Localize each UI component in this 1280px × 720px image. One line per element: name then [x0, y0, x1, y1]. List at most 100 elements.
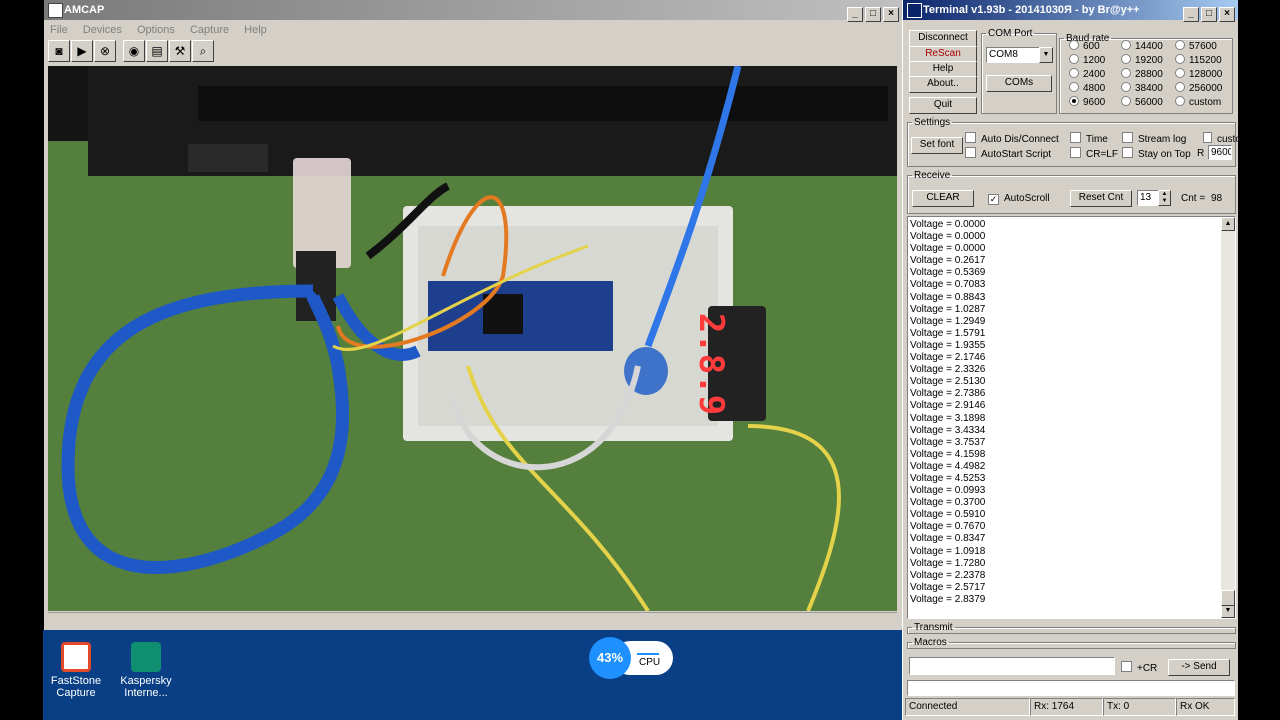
receive-log-lines: Voltage = 0.0000 Voltage = 0.0000 Voltage …	[910, 219, 985, 606]
baud-radio-19200[interactable]: 19200	[1121, 54, 1163, 66]
baud-radio-128000[interactable]: 128000	[1175, 68, 1222, 80]
reset-cnt-button[interactable]: Reset Cnt	[1070, 190, 1132, 207]
log-line: Voltage = 0.7083	[910, 279, 986, 291]
play-icon[interactable]: ▶	[71, 40, 93, 62]
cnt-label: Cnt =	[1181, 193, 1206, 204]
quit-button[interactable]: Quit	[909, 97, 977, 114]
log-scrollbar[interactable]: ▲ ▼	[1221, 217, 1235, 618]
camera-icon[interactable]: ◙	[48, 40, 70, 62]
terminal-titlebar[interactable]: Terminal v1.93b - 20141030Я - by Br@y++ …	[903, 0, 1238, 22]
log-line: Voltage = 1.5791	[910, 327, 986, 339]
maximize-button[interactable]: □	[865, 7, 881, 22]
r-label: R	[1197, 148, 1205, 159]
disconnect-button[interactable]: Disconnect	[909, 30, 977, 47]
terminal-window: Terminal v1.93b - 20141030Я - by Br@y++ …	[902, 0, 1241, 720]
baud-radio-1200[interactable]: 1200	[1069, 54, 1105, 66]
log-line: Voltage = 0.3700	[910, 497, 986, 509]
cnt-input[interactable]: 13	[1137, 190, 1159, 206]
com-port-group: COM Port	[981, 28, 1057, 114]
chevron-down-icon[interactable]: ▼	[1039, 47, 1053, 63]
zoom-icon[interactable]: ⌕	[192, 40, 214, 62]
about-button[interactable]: About..	[909, 76, 977, 93]
desktop-icon-faststone[interactable]: FastStone Capture	[41, 642, 111, 699]
menu-capture[interactable]: Capture	[190, 24, 229, 36]
clear-button[interactable]: CLEAR	[912, 190, 974, 207]
stay-on-top-checkbox[interactable]: Stay on Top	[1122, 147, 1191, 160]
tools-icon[interactable]: ⚒	[169, 40, 191, 62]
status-connection: Connected	[905, 698, 1030, 716]
receive-legend: Receive	[914, 170, 951, 181]
baud-radio-38400[interactable]: 38400	[1121, 82, 1163, 94]
terminal-title: Terminal v1.93b - 20141030Я - by Br@y++	[923, 4, 1140, 16]
baud-label: 56000	[1135, 97, 1163, 108]
cr-checkbox[interactable]: +CR	[1121, 661, 1157, 674]
kaspersky-icon	[131, 642, 161, 672]
menu-options[interactable]: Options	[137, 24, 175, 36]
baud-label: 57600	[1189, 41, 1217, 52]
custom-checkbox[interactable]: custo	[1203, 132, 1241, 145]
checkbox-label: Stay on Top	[1138, 149, 1191, 160]
com-port-select[interactable]: COM8	[986, 47, 1042, 63]
checkbox-label: CR=LF	[1086, 149, 1118, 160]
maximize-button[interactable]: □	[1201, 7, 1217, 22]
send-input[interactable]	[909, 657, 1115, 675]
terminal-app-icon	[907, 3, 922, 18]
log-line: Voltage = 2.5717	[910, 581, 986, 593]
baud-radio-600[interactable]: 600	[1069, 40, 1100, 52]
close-button[interactable]: ×	[1219, 7, 1235, 22]
autostart-script-checkbox[interactable]: AutoStart Script	[965, 147, 1051, 160]
log-line: Voltage = 0.8843	[910, 291, 986, 303]
desktop-icon-kaspersky[interactable]: Kaspersky Interne...	[111, 642, 181, 699]
auto-dis-connect-checkbox[interactable]: Auto Dis/Connect	[965, 132, 1059, 145]
send-button[interactable]: -> Send	[1168, 659, 1230, 676]
properties-icon[interactable]: ▤	[146, 40, 168, 62]
menu-help[interactable]: Help	[244, 24, 267, 36]
camera-preview: 2.8.9	[48, 66, 897, 611]
scroll-thumb[interactable]	[1221, 590, 1235, 606]
scroll-down-icon[interactable]: ▼	[1221, 604, 1235, 618]
autoscroll-checkbox[interactable]: ✓ AutoScroll	[988, 193, 1050, 205]
baud-radio-4800[interactable]: 4800	[1069, 82, 1105, 94]
baud-radio-custom[interactable]: custom	[1175, 96, 1221, 108]
log-line: Voltage = 2.1746	[910, 352, 986, 364]
spin-arrows-icon[interactable]: ▲ ▼	[1158, 190, 1171, 206]
scroll-up-icon[interactable]: ▲	[1221, 217, 1235, 231]
minimize-button[interactable]: _	[847, 7, 863, 22]
baud-radio-9600[interactable]: 9600	[1069, 96, 1105, 108]
coms-button[interactable]: COMs	[986, 75, 1052, 92]
minimize-button[interactable]: _	[1183, 7, 1199, 22]
transmit-log[interactable]	[907, 680, 1235, 696]
amcap-titlebar[interactable]: AMCAP _ □ ×	[44, 0, 902, 22]
custom-baud-input[interactable]: 9600	[1208, 145, 1232, 160]
receive-log[interactable]: Voltage = 0.0000 Voltage = 0.0000 Voltage …	[907, 216, 1236, 619]
baud-label: 2400	[1083, 69, 1106, 80]
log-line: Voltage = 1.7280	[910, 557, 986, 569]
baud-radio-28800[interactable]: 28800	[1121, 68, 1163, 80]
close-button[interactable]: ×	[883, 7, 899, 22]
stop-icon[interactable]: ⊗	[94, 40, 116, 62]
preview-icon[interactable]: ◉	[123, 40, 145, 62]
desktop-icon-label: Interne...	[124, 687, 168, 699]
seven-segment-display: 2.8.9	[691, 313, 731, 415]
transmit-legend: Transmit	[914, 622, 953, 633]
desktop-icon-label: FastStone	[50, 675, 102, 687]
baud-radio-57600[interactable]: 57600	[1175, 40, 1217, 52]
baud-radio-256000[interactable]: 256000	[1175, 82, 1222, 94]
log-line: Voltage = 2.8379	[910, 593, 986, 605]
baud-radio-14400[interactable]: 14400	[1121, 40, 1163, 52]
set-font-button[interactable]: Set font	[911, 137, 963, 154]
baud-radio-56000[interactable]: 56000	[1121, 96, 1163, 108]
menu-file[interactable]: File	[50, 24, 68, 36]
baud-label: 9600	[1083, 97, 1106, 108]
amcap-statusbar	[48, 612, 897, 627]
baud-radio-2400[interactable]: 2400	[1069, 68, 1105, 80]
transmit-group: Transmit	[907, 622, 1236, 634]
log-line: Voltage = 2.9146	[910, 400, 986, 412]
menu-devices[interactable]: Devices	[83, 24, 122, 36]
time-checkbox[interactable]: Time	[1070, 132, 1108, 145]
checkbox-label: Time	[1086, 134, 1108, 145]
baud-radio-115200[interactable]: 115200	[1175, 54, 1222, 66]
cr-lf-checkbox[interactable]: CR=LF	[1070, 147, 1118, 160]
baud-label: 4800	[1083, 83, 1106, 94]
stream-log-checkbox[interactable]: Stream log	[1122, 132, 1186, 145]
